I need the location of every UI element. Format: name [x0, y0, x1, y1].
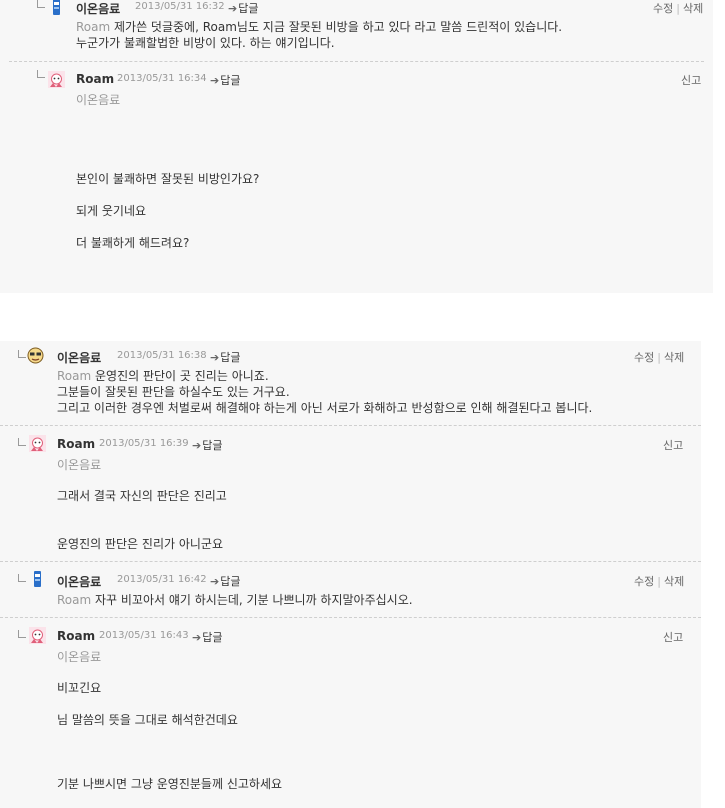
comment-body-line: 본인이 불쾌하면 잘못된 비방인가요? — [76, 172, 260, 186]
mention-tag[interactable]: Roam — [76, 20, 110, 34]
comment-divider — [0, 561, 701, 562]
comment-author[interactable]: 이온음료 — [76, 0, 120, 17]
comment-date: 2013/05/31 16:39 — [99, 438, 189, 449]
comment-body-line: Roam 제가쓴 덧글중에, Roam님도 지금 잘못된 비방을 하고 있다 라… — [76, 20, 563, 34]
mention-tag[interactable]: Roam — [57, 369, 91, 383]
reply-arrow-icon: ➔ — [210, 74, 220, 87]
comment-body-line: Roam 자꾸 비꼬아서 얘기 하시는데, 기분 나쁘니까 하지말아주십시오. — [57, 593, 413, 607]
reply-button[interactable]: ➔답글 — [210, 349, 240, 365]
reply-to-name: 이온음료 — [76, 93, 121, 107]
comment-body-line: 기분 나쁘시면 그냥 운영진분들께 신고하세요 — [57, 777, 283, 791]
user-avatar-bottle-icon[interactable] — [48, 0, 65, 16]
comment-author[interactable]: Roam — [76, 72, 114, 86]
comment-body-line: 님 말씀의 뜻을 그대로 해석한건데요 — [57, 713, 238, 727]
comment-author[interactable]: Roam — [57, 629, 95, 643]
report-button[interactable]: 신고 — [681, 72, 701, 88]
comment-body-line: 되게 웃기네요 — [76, 204, 147, 218]
delete-button[interactable]: 삭제 — [664, 575, 684, 588]
reply-arrow-icon: ➔ — [192, 631, 202, 644]
comment-divider — [0, 425, 701, 426]
comment-date: 2013/05/31 16:43 — [99, 630, 189, 641]
delete-button[interactable]: 삭제 — [683, 2, 703, 15]
comment-author[interactable]: 이온음료 — [57, 349, 101, 366]
user-avatar-face-icon[interactable] — [27, 347, 44, 364]
reply-button[interactable]: ➔답글 — [192, 437, 222, 453]
comment-date: 2013/05/31 16:32 — [135, 1, 225, 12]
reply-arrow-icon: ➔ — [228, 2, 238, 15]
comment-date: 2013/05/31 16:42 — [117, 574, 207, 585]
edit-button[interactable]: 수정 — [653, 2, 673, 15]
reply-arrow-icon: ➔ — [210, 351, 220, 364]
mention-tag[interactable]: Roam — [57, 593, 91, 607]
edit-button[interactable]: 수정 — [634, 575, 654, 588]
user-avatar-character-icon[interactable] — [48, 71, 65, 88]
reply-arrow-icon: ➔ — [210, 575, 220, 588]
comment-divider — [9, 61, 704, 62]
comment-body-line: 비꼬긴요 — [57, 681, 102, 695]
reply-to-name: 이온음료 — [57, 458, 102, 472]
report-button[interactable]: 신고 — [663, 437, 683, 453]
reply-indent-marker — [37, 0, 45, 8]
comment-body-line: Roam 운영진의 판단이 곳 진리는 아니죠. — [57, 369, 269, 383]
report-button[interactable]: 신고 — [663, 629, 683, 645]
user-avatar-character-icon[interactable] — [29, 435, 46, 452]
comment-author[interactable]: Roam — [57, 437, 95, 451]
delete-button[interactable]: 삭제 — [664, 351, 684, 364]
comment-body-line: 누군가가 불쾌할법한 비방이 있다. 하는 얘기입니다. — [76, 36, 335, 50]
user-avatar-character-icon[interactable] — [29, 627, 46, 644]
reply-button[interactable]: ➔답글 — [228, 0, 258, 16]
comment-date: 2013/05/31 16:34 — [117, 73, 207, 84]
comment-actions: 수정 | 삭제 — [634, 575, 685, 588]
reply-indent-marker — [18, 574, 26, 582]
reply-indent-marker — [18, 630, 26, 638]
comment-actions: 수정 | 삭제 — [634, 351, 685, 364]
comment-body-line: 운영진의 판단은 진리가 아니군요 — [57, 537, 224, 551]
reply-button[interactable]: ➔답글 — [192, 629, 222, 645]
comment-body-line: 그리고 이러한 경우엔 처벌로써 해결해야 하는게 아닌 서로가 화해하고 반성… — [57, 401, 593, 415]
reply-button[interactable]: ➔답글 — [210, 72, 240, 88]
comment-thread-2: 이온음료 2013/05/31 16:38 ➔답글 수정 | 삭제 Roam 운영진… — [0, 341, 701, 808]
comment-author[interactable]: 이온음료 — [57, 573, 101, 590]
comment-thread-1: 이온음료 2013/05/31 16:32 ➔답글 수정 | 삭제 Roam 제가쓴… — [0, 0, 713, 293]
comment-divider — [0, 617, 701, 618]
reply-indent-marker — [18, 438, 26, 446]
comment-actions: 수정 | 삭제 — [653, 2, 704, 15]
reply-button[interactable]: ➔답글 — [210, 573, 240, 589]
reply-indent-marker — [18, 350, 26, 358]
reply-to-name: 이온음료 — [57, 650, 102, 664]
edit-button[interactable]: 수정 — [634, 351, 654, 364]
comment-body-line: 그래서 결국 자신의 판단은 진리고 — [57, 489, 227, 503]
comment-date: 2013/05/31 16:38 — [117, 350, 207, 361]
comment-body-line: 더 불쾌하게 해드려요? — [76, 236, 190, 250]
reply-arrow-icon: ➔ — [192, 439, 202, 452]
reply-indent-marker — [37, 70, 45, 78]
comment-body-line: 그분들이 잘못된 판단을 하실수도 있는 거구요. — [57, 385, 290, 399]
user-avatar-bottle-icon[interactable] — [29, 571, 46, 588]
